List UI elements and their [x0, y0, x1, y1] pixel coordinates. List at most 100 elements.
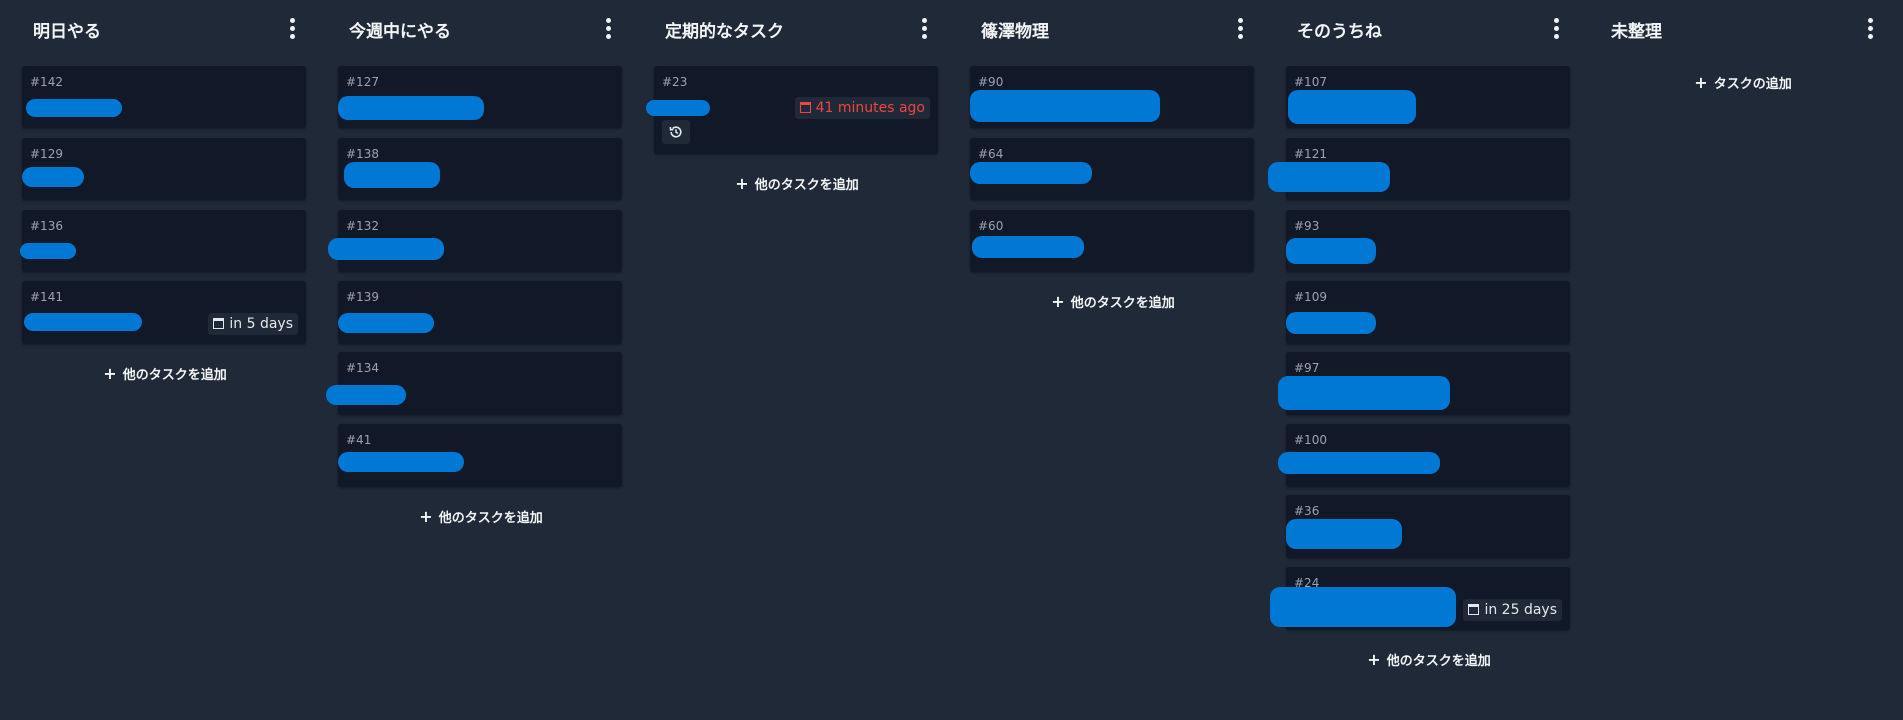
- task-card[interactable]: #36: [1286, 495, 1570, 558]
- redacted-title: [22, 167, 84, 187]
- column-header: そのうちね: [1286, 0, 1572, 56]
- plus-icon: +: [1694, 73, 1708, 92]
- redacted-title: [970, 90, 1160, 122]
- task-card[interactable]: #127: [338, 66, 622, 128]
- kebab-menu-icon[interactable]: [1862, 16, 1878, 40]
- task-card[interactable]: #90: [970, 66, 1254, 128]
- task-card[interactable]: #121: [1268, 138, 1570, 200]
- redacted-title: [1268, 162, 1390, 192]
- task-card[interactable]: #136: [20, 210, 306, 272]
- redacted-title: [338, 452, 464, 472]
- redacted-title: [1286, 312, 1376, 334]
- task-id: #41: [346, 433, 372, 447]
- task-card[interactable]: #129: [22, 138, 306, 200]
- history-icon: [662, 120, 690, 144]
- add-task-label: 他のタスクを追加: [1386, 654, 1491, 669]
- task-id: #129: [30, 147, 63, 161]
- calendar-icon: [213, 318, 225, 329]
- calendar-icon: [1468, 604, 1480, 615]
- redacted-title: [328, 238, 444, 260]
- column-title[interactable]: 未整理: [1611, 17, 1662, 42]
- due-date-text: 41 minutes ago: [815, 100, 925, 116]
- redacted-title: [24, 313, 142, 331]
- task-id: #23: [662, 75, 688, 89]
- task-id: #121: [1294, 147, 1327, 161]
- task-id: #109: [1294, 290, 1327, 304]
- plus-icon: +: [1051, 292, 1065, 311]
- kebab-menu-icon[interactable]: [1232, 16, 1248, 40]
- add-task-button[interactable]: + 他のタスクを追加: [970, 292, 1256, 311]
- redacted-title: [326, 385, 406, 405]
- kebab-menu-icon[interactable]: [1548, 16, 1564, 40]
- column-title[interactable]: 明日やる: [33, 17, 101, 42]
- task-card[interactable]: #100: [1278, 424, 1570, 487]
- add-task-button[interactable]: + タスクの追加: [1600, 73, 1886, 92]
- task-card[interactable]: #97: [1278, 352, 1570, 415]
- task-card[interactable]: #24 in 25 days: [1270, 567, 1570, 630]
- column-ashita-yaru: 明日やる #142 #129 #136 #141 in 5 days + 他のタス…: [20, 0, 308, 383]
- redacted-title: [1288, 90, 1416, 124]
- task-id: #132: [346, 219, 379, 233]
- task-id: #64: [978, 147, 1004, 161]
- kanban-board: 明日やる #142 #129 #136 #141 in 5 days + 他のタス…: [0, 0, 1903, 720]
- plus-icon: +: [1367, 650, 1381, 669]
- task-id: #138: [346, 147, 379, 161]
- task-card[interactable]: #141 in 5 days: [22, 281, 306, 344]
- due-date-badge: 41 minutes ago: [794, 97, 930, 119]
- task-card[interactable]: #60: [970, 210, 1254, 272]
- kebab-menu-icon[interactable]: [284, 16, 300, 40]
- task-id: #136: [30, 219, 63, 233]
- redacted-title: [338, 313, 434, 333]
- kebab-menu-icon[interactable]: [600, 16, 616, 40]
- add-task-button[interactable]: + 他のタスクを追加: [1286, 650, 1572, 669]
- redacted-title: [646, 100, 710, 116]
- add-task-button[interactable]: + 他のタスクを追加: [338, 507, 624, 526]
- column-sonouchi: そのうちね #107 #121 #93 #109 #97 #100 #36 #2…: [1268, 0, 1572, 669]
- due-date-text: in 5 days: [229, 316, 293, 332]
- task-card[interactable]: #109: [1286, 281, 1570, 344]
- plus-icon: +: [735, 174, 749, 193]
- plus-icon: +: [103, 364, 117, 383]
- task-id: #141: [30, 290, 63, 304]
- task-id: #127: [346, 75, 379, 89]
- task-id: #139: [346, 290, 379, 304]
- task-card[interactable]: #132: [328, 210, 622, 272]
- task-card[interactable]: #138: [338, 138, 622, 200]
- task-id: #90: [978, 75, 1004, 89]
- column-title[interactable]: 篠澤物理: [981, 17, 1049, 42]
- column-shinozawa-butsuri: 篠澤物理 #90 #64 #60 + 他のタスクを追加: [970, 0, 1256, 311]
- due-date-text: in 25 days: [1484, 602, 1557, 618]
- kebab-menu-icon[interactable]: [916, 16, 932, 40]
- column-teikiteki: 定期的なタスク #23 41 minutes ago + 他のタスクを追加: [646, 0, 940, 193]
- task-card[interactable]: #139: [338, 281, 622, 344]
- column-title[interactable]: 今週中にやる: [349, 17, 451, 42]
- task-card[interactable]: #134: [326, 352, 622, 415]
- task-card[interactable]: #41: [338, 424, 622, 487]
- calendar-icon: [799, 102, 811, 113]
- column-title[interactable]: 定期的なタスク: [665, 17, 784, 42]
- add-task-label: 他のタスクを追加: [1070, 296, 1175, 311]
- task-card[interactable]: #107: [1286, 66, 1570, 128]
- task-card[interactable]: #64: [970, 138, 1254, 200]
- redacted-title: [970, 162, 1092, 184]
- redacted-title: [972, 236, 1084, 258]
- task-id: #142: [30, 75, 63, 89]
- task-id: #36: [1294, 504, 1320, 518]
- task-card[interactable]: #93: [1286, 210, 1570, 272]
- column-header: 定期的なタスク: [654, 0, 940, 56]
- redacted-title: [1270, 587, 1456, 627]
- add-task-button[interactable]: + 他のタスクを追加: [22, 364, 308, 383]
- redacted-title: [1278, 452, 1440, 474]
- due-date-badge: in 25 days: [1463, 599, 1562, 621]
- add-task-button[interactable]: + 他のタスクを追加: [654, 174, 940, 193]
- task-card[interactable]: #142: [22, 66, 306, 128]
- column-title[interactable]: そのうちね: [1297, 17, 1382, 42]
- task-id: #97: [1294, 361, 1320, 375]
- task-card[interactable]: #23 41 minutes ago: [646, 66, 938, 154]
- redacted-title: [344, 162, 440, 188]
- redacted-title: [1286, 238, 1376, 264]
- task-id: #60: [978, 219, 1004, 233]
- column-konshuu-chuu: 今週中にやる #127 #138 #132 #139 #134 #41 + 他のタ…: [326, 0, 624, 526]
- due-date-badge: in 5 days: [208, 313, 298, 335]
- add-task-label: 他のタスクを追加: [438, 511, 543, 526]
